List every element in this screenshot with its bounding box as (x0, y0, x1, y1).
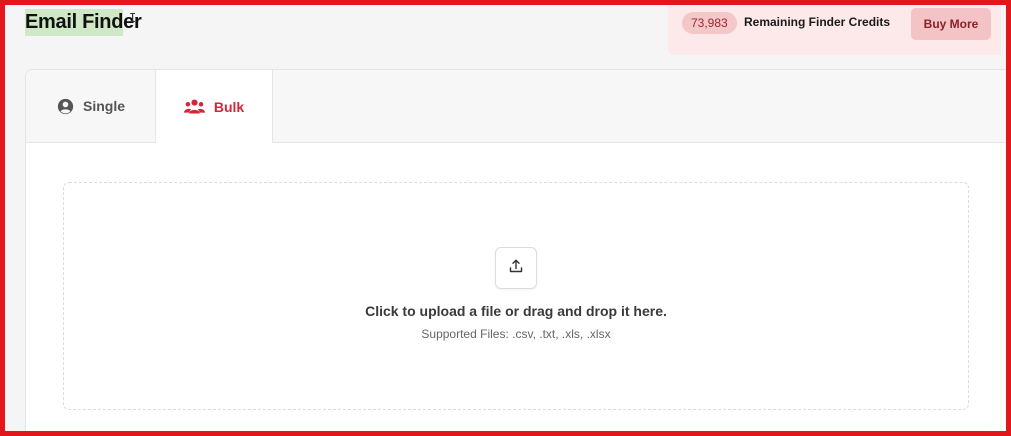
file-dropzone[interactable]: Click to upload a file or drag and drop … (63, 182, 969, 410)
credits-bar: 73,983 Remaining Finder Credits Buy More (668, 5, 1001, 55)
tab-bulk-label: Bulk (213, 98, 245, 115)
supported-files-text: Supported Files: .csv, .txt, .xls, .xlsx (421, 327, 611, 341)
tab-bulk[interactable]: Bulk (155, 70, 273, 143)
credits-label: Remaining Finder Credits (744, 15, 891, 29)
user-circle-icon (57, 98, 74, 115)
tab-bar: Single Bulk (26, 70, 1006, 143)
page-title-selected-text: Email Find (25, 9, 123, 36)
screenshot-frame: Email Finder I 73,983 Remaining Finder C… (0, 0, 1011, 436)
tab-single-label: Single (82, 98, 125, 114)
upload-icon (508, 258, 524, 279)
finder-card: Single Bulk Click to upload a file or dr… (25, 69, 1006, 431)
top-bar: Email Finder I 73,983 Remaining Finder C… (5, 5, 1006, 67)
users-group-icon (183, 98, 205, 115)
credits-count-badge: 73,983 (682, 12, 737, 34)
upload-instruction: Click to upload a file or drag and drop … (365, 303, 667, 319)
text-cursor-icon: I (129, 11, 137, 25)
buy-more-button[interactable]: Buy More (911, 8, 991, 40)
page-title: Email Finder (25, 9, 142, 36)
upload-button[interactable] (495, 247, 537, 289)
tab-single[interactable]: Single (26, 70, 156, 142)
